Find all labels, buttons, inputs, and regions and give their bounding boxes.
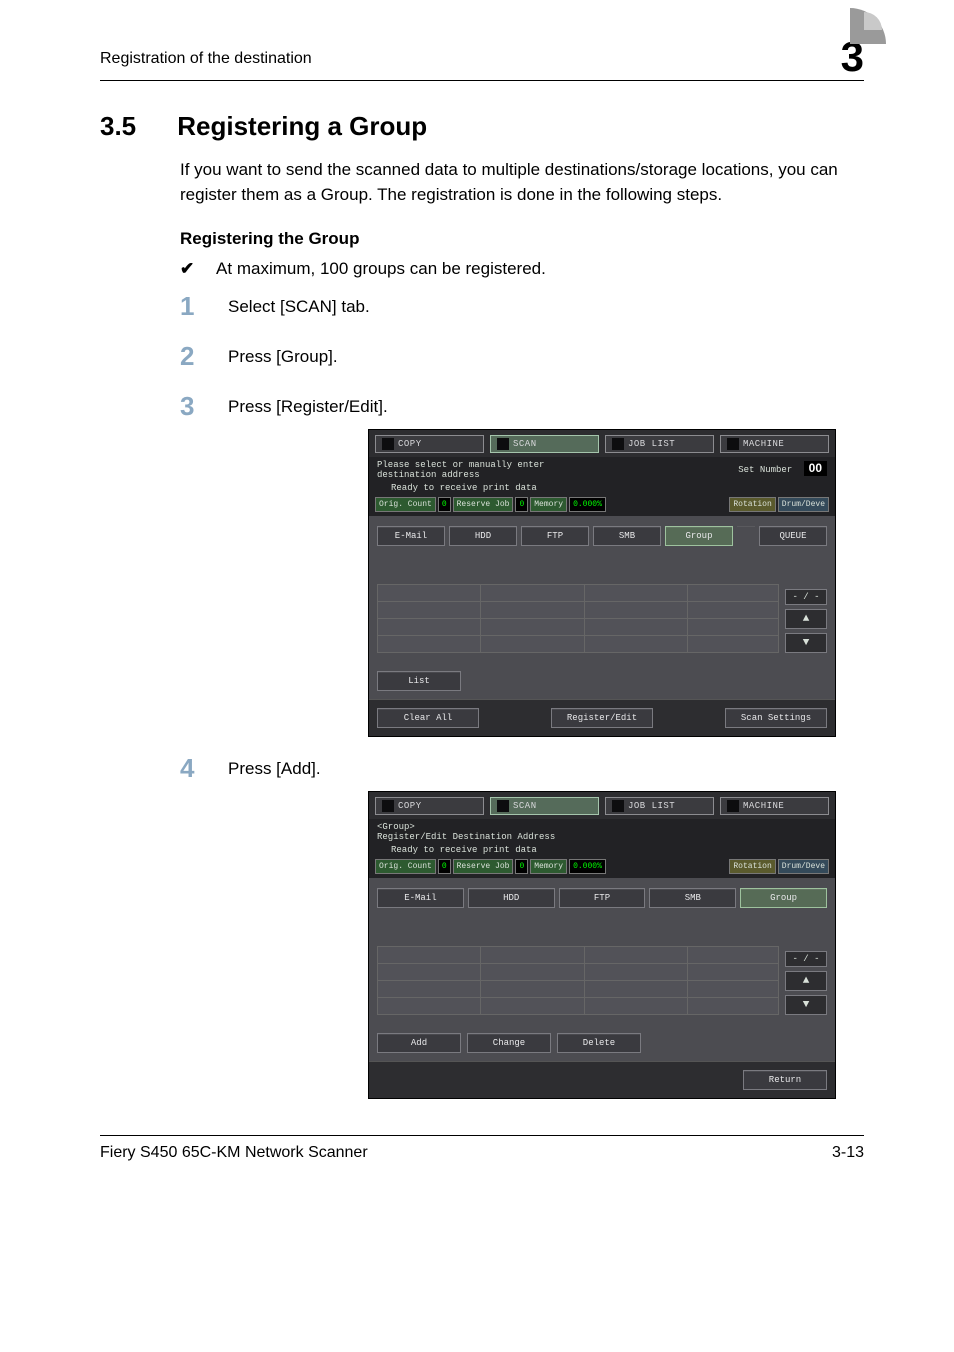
copy-icon [382, 800, 394, 812]
machine-icon [727, 438, 739, 450]
tab-scan[interactable]: SCAN [490, 435, 599, 453]
ready-line: Ready to receive print data [369, 843, 835, 859]
subsection-heading: Registering the Group [180, 229, 864, 249]
set-number: Set Number 00 [738, 461, 827, 481]
dest-tab-smb[interactable]: SMB [593, 526, 661, 546]
dest-tab-hdd[interactable]: HDD [468, 888, 555, 908]
dest-tab-group[interactable]: Group [740, 888, 827, 908]
section-intro: If you want to send the scanned data to … [180, 158, 864, 207]
section-title: 3.5 Registering a Group [100, 111, 864, 142]
page-indicator: - / - [785, 951, 827, 967]
tab-copy[interactable]: COPY [375, 435, 484, 453]
machine-icon [727, 800, 739, 812]
corner-ornament [848, 8, 886, 46]
dest-tab-smb[interactable]: SMB [649, 888, 736, 908]
delete-button[interactable]: Delete [557, 1033, 641, 1053]
footer-page-number: 3-13 [832, 1144, 864, 1162]
page-header: Registration of the destination 3 [100, 40, 864, 81]
register-edit-button[interactable]: Register/Edit [551, 708, 653, 728]
scan-settings-button[interactable]: Scan Settings [725, 708, 827, 728]
list-button[interactable]: List [377, 671, 461, 691]
dest-tab-ftp[interactable]: FTP [559, 888, 646, 908]
checkmark-note-text: At maximum, 100 groups can be registered… [216, 259, 546, 278]
scan-icon [497, 438, 509, 450]
step-2-text: Press [Group]. [228, 347, 338, 367]
section-number: 3.5 [100, 111, 170, 142]
status-row: Orig. Count 0 Reserve Job 0 Memory 0.000… [369, 859, 835, 878]
step-1-text: Select [SCAN] tab. [228, 297, 370, 317]
header-section-name: Registration of the destination [100, 50, 312, 68]
scroll-down-button[interactable]: ▼ [785, 995, 827, 1015]
panel-message: Please select or manually enter destinat… [377, 461, 544, 481]
copy-icon [382, 438, 394, 450]
footer-product: Fiery S450 65C-KM Network Scanner [100, 1144, 368, 1162]
checkmark-icon: ✔ [180, 259, 194, 278]
step-4-text: Press [Add]. [228, 759, 321, 779]
tab-machine[interactable]: MACHINE [720, 435, 829, 453]
clear-all-button[interactable]: Clear All [377, 708, 479, 728]
page-footer: Fiery S450 65C-KM Network Scanner 3-13 [100, 1135, 864, 1162]
change-button[interactable]: Change [467, 1033, 551, 1053]
destination-list [377, 946, 779, 1015]
scroll-down-button[interactable]: ▼ [785, 633, 827, 653]
page-indicator: - / - [785, 589, 827, 605]
destination-list [377, 584, 779, 653]
step-3-text: Press [Register/Edit]. [228, 397, 388, 417]
section-title-text: Registering a Group [177, 111, 427, 141]
dest-tab-group[interactable]: Group [665, 526, 733, 546]
tab-copy[interactable]: COPY [375, 797, 484, 815]
scan-icon [497, 800, 509, 812]
dest-tab-queue[interactable]: QUEUE [759, 526, 827, 546]
status-row: Orig. Count 0 Reserve Job 0 Memory 0.000… [369, 497, 835, 516]
device-panel-2: COPY SCAN JOB LIST MACHINE <Group> Regis… [368, 791, 836, 1099]
dest-tab-ftp[interactable]: FTP [521, 526, 589, 546]
dest-tab-email[interactable]: E-Mail [377, 526, 445, 546]
tab-joblist[interactable]: JOB LIST [605, 435, 714, 453]
tab-machine[interactable]: MACHINE [720, 797, 829, 815]
return-button[interactable]: Return [743, 1070, 827, 1090]
ready-line: Ready to receive print data [369, 481, 835, 497]
tab-scan[interactable]: SCAN [490, 797, 599, 815]
panel-breadcrumb: <Group> Register/Edit Destination Addres… [377, 823, 555, 843]
device-panel-1: COPY SCAN JOB LIST MACHINE Please select… [368, 429, 836, 737]
scroll-up-button[interactable]: ▲ [785, 609, 827, 629]
joblist-icon [612, 800, 624, 812]
dest-tab-email[interactable]: E-Mail [377, 888, 464, 908]
add-button[interactable]: Add [377, 1033, 461, 1053]
checkmark-note-row: ✔ At maximum, 100 groups can be register… [180, 259, 864, 279]
joblist-icon [612, 438, 624, 450]
tab-joblist[interactable]: JOB LIST [605, 797, 714, 815]
dest-tab-hdd[interactable]: HDD [449, 526, 517, 546]
scroll-up-button[interactable]: ▲ [785, 971, 827, 991]
